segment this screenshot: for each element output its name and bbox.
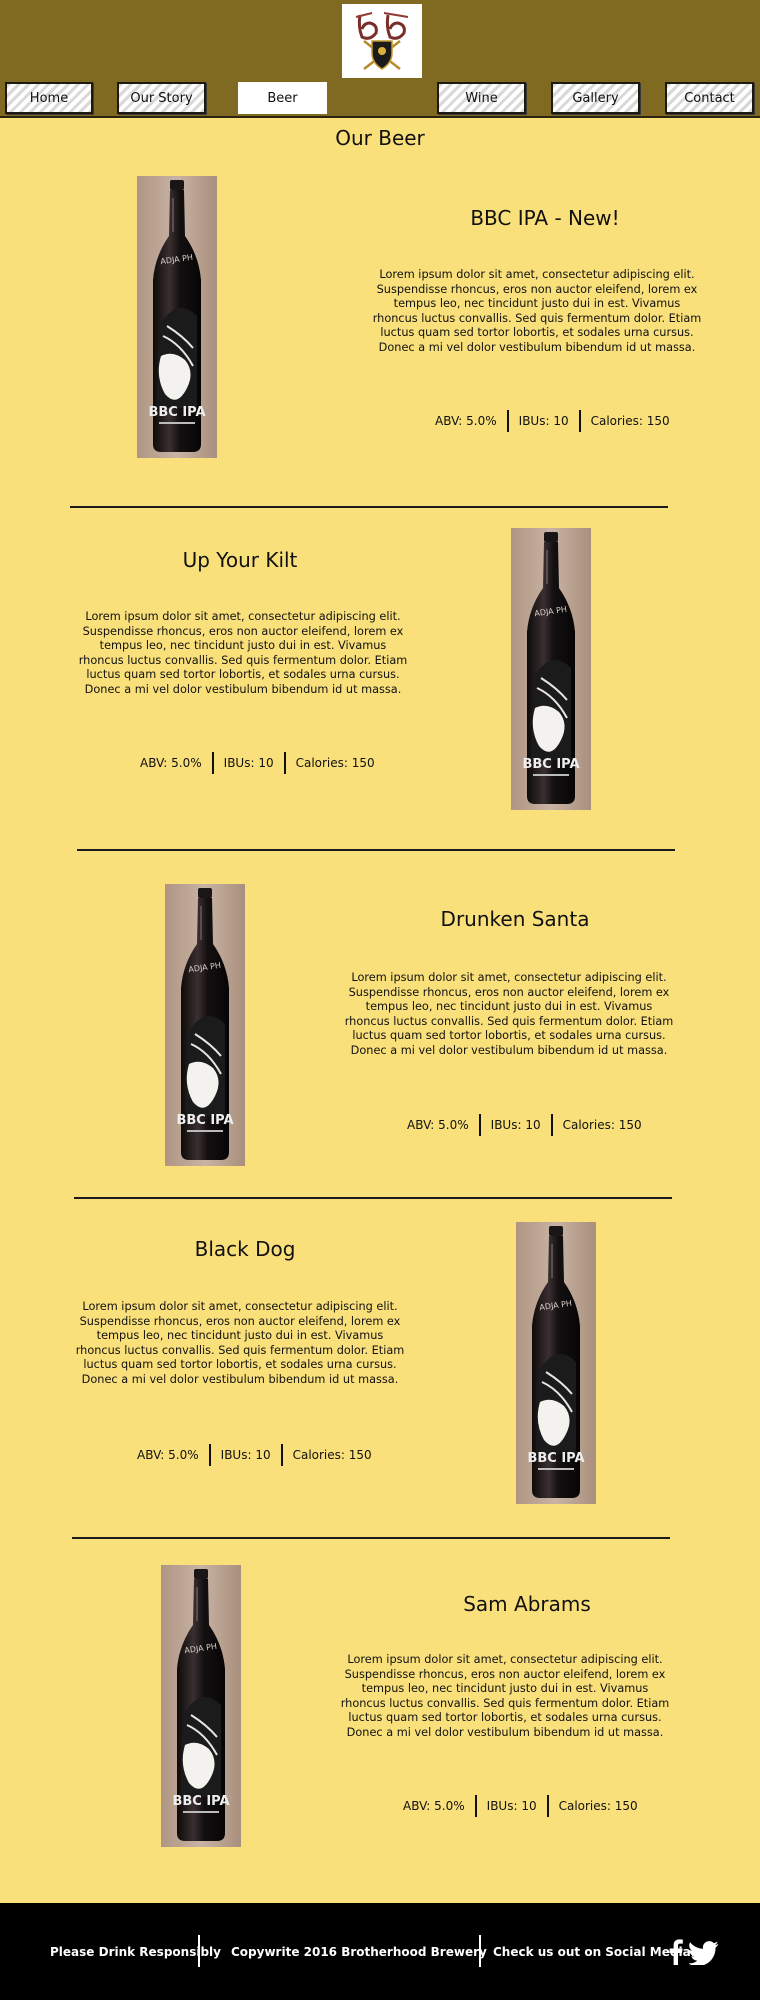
twitter-icon[interactable] xyxy=(689,1941,719,1965)
svg-text:BBC IPA: BBC IPA xyxy=(176,1113,233,1128)
site-header: Home Our Story Beer Wine Gallery Contact xyxy=(0,0,760,118)
footer-divider xyxy=(198,1935,200,1967)
nav-wine[interactable]: Wine xyxy=(437,82,526,114)
beer-bottle-image: BBC IPA ADJA PH xyxy=(516,1222,596,1504)
beer-name: Drunken Santa xyxy=(440,907,590,931)
beer-stats: ABV: 5.0% IBUs: 10 Calories: 150 xyxy=(403,1795,638,1817)
bottle-photo-icon: BBC IPA ADJA PH xyxy=(161,1565,241,1847)
stats-divider xyxy=(280,1444,283,1466)
beer-description: Lorem ipsum dolor sit amet, consectetur … xyxy=(78,610,408,696)
footer-divider xyxy=(479,1935,481,1967)
svg-text:BBC IPA: BBC IPA xyxy=(172,1794,229,1809)
section-divider xyxy=(77,849,675,851)
stats-divider xyxy=(474,1795,477,1817)
beer-name: Up Your Kilt xyxy=(182,548,298,572)
abv-value: ABV: 5.0% xyxy=(403,1799,465,1813)
calories-value: Calories: 150 xyxy=(562,1118,642,1132)
beer-bottle-image: BBC IPA ADJA PH xyxy=(165,884,245,1166)
stats-divider xyxy=(283,752,286,774)
bottle-photo-icon: BBC IPA ADJA PH xyxy=(137,176,217,458)
calories-value: Calories: 150 xyxy=(590,414,670,428)
beer-name: BBC IPA - New! xyxy=(470,206,620,230)
beer-name: Black Dog xyxy=(194,1237,296,1261)
beer-bottle-image: BBC IPA ADJA PH xyxy=(137,176,217,458)
page-title: Our Beer xyxy=(335,126,425,150)
beer-name: Sam Abrams xyxy=(463,1592,591,1616)
beer-bottle-image: BBC IPA ADJA PH xyxy=(161,1565,241,1847)
beer-description: Lorem ipsum dolor sit amet, consectetur … xyxy=(372,268,702,354)
svg-text:BBC IPA: BBC IPA xyxy=(522,757,579,772)
ibus-value: IBUs: 10 xyxy=(220,1448,271,1462)
beer-stats: ABV: 5.0% IBUs: 10 Calories: 150 xyxy=(407,1114,642,1136)
section-divider xyxy=(72,1537,670,1539)
ibus-value: IBUs: 10 xyxy=(490,1118,541,1132)
social-media-text: Check us out on Social Media: xyxy=(493,1945,696,1959)
abv-value: ABV: 5.0% xyxy=(137,1448,199,1462)
brewery-logo[interactable] xyxy=(342,4,422,78)
nav-home[interactable]: Home xyxy=(5,82,93,114)
beer-bottle-image: BBC IPA ADJA PH xyxy=(511,528,591,810)
calories-value: Calories: 150 xyxy=(295,756,375,770)
svg-text:BBC IPA: BBC IPA xyxy=(527,1451,584,1466)
ibus-value: IBUs: 10 xyxy=(486,1799,537,1813)
section-divider xyxy=(70,506,668,508)
bottle-photo-icon: BBC IPA ADJA PH xyxy=(165,884,245,1166)
stats-divider xyxy=(550,1114,553,1136)
stats-divider xyxy=(211,752,214,774)
nav-our-story[interactable]: Our Story xyxy=(117,82,206,114)
copyright-text: Copywrite 2016 Brotherhood Brewery xyxy=(231,1945,487,1959)
calories-value: Calories: 150 xyxy=(558,1799,638,1813)
beer-stats: ABV: 5.0% IBUs: 10 Calories: 150 xyxy=(137,1444,372,1466)
stats-divider xyxy=(506,410,509,432)
nav-beer[interactable]: Beer xyxy=(238,82,327,114)
svg-text:BBC IPA: BBC IPA xyxy=(148,405,205,420)
abv-value: ABV: 5.0% xyxy=(435,414,497,428)
stats-divider xyxy=(478,1114,481,1136)
bottle-photo-icon: BBC IPA ADJA PH xyxy=(511,528,591,810)
facebook-icon[interactable] xyxy=(668,1939,684,1965)
beer-stats: ABV: 5.0% IBUs: 10 Calories: 150 xyxy=(435,410,670,432)
nav-contact[interactable]: Contact xyxy=(665,82,754,114)
abv-value: ABV: 5.0% xyxy=(140,756,202,770)
abv-value: ABV: 5.0% xyxy=(407,1118,469,1132)
ibus-value: IBUs: 10 xyxy=(223,756,274,770)
nav-gallery[interactable]: Gallery xyxy=(551,82,640,114)
logo-crest-icon xyxy=(355,12,409,70)
bottle-photo-icon: BBC IPA ADJA PH xyxy=(516,1222,596,1504)
section-divider xyxy=(74,1197,672,1199)
beer-description: Lorem ipsum dolor sit amet, consectetur … xyxy=(340,1653,670,1739)
calories-value: Calories: 150 xyxy=(292,1448,372,1462)
site-footer: Please Drink Responsibly Copywrite 2016 … xyxy=(0,1903,760,2000)
beer-description: Lorem ipsum dolor sit amet, consectetur … xyxy=(75,1300,405,1386)
beer-stats: ABV: 5.0% IBUs: 10 Calories: 150 xyxy=(140,752,375,774)
ibus-value: IBUs: 10 xyxy=(518,414,569,428)
beer-description: Lorem ipsum dolor sit amet, consectetur … xyxy=(344,971,674,1057)
stats-divider xyxy=(208,1444,211,1466)
drink-responsibly-text: Please Drink Responsibly xyxy=(50,1945,221,1959)
stats-divider xyxy=(546,1795,549,1817)
stats-divider xyxy=(578,410,581,432)
